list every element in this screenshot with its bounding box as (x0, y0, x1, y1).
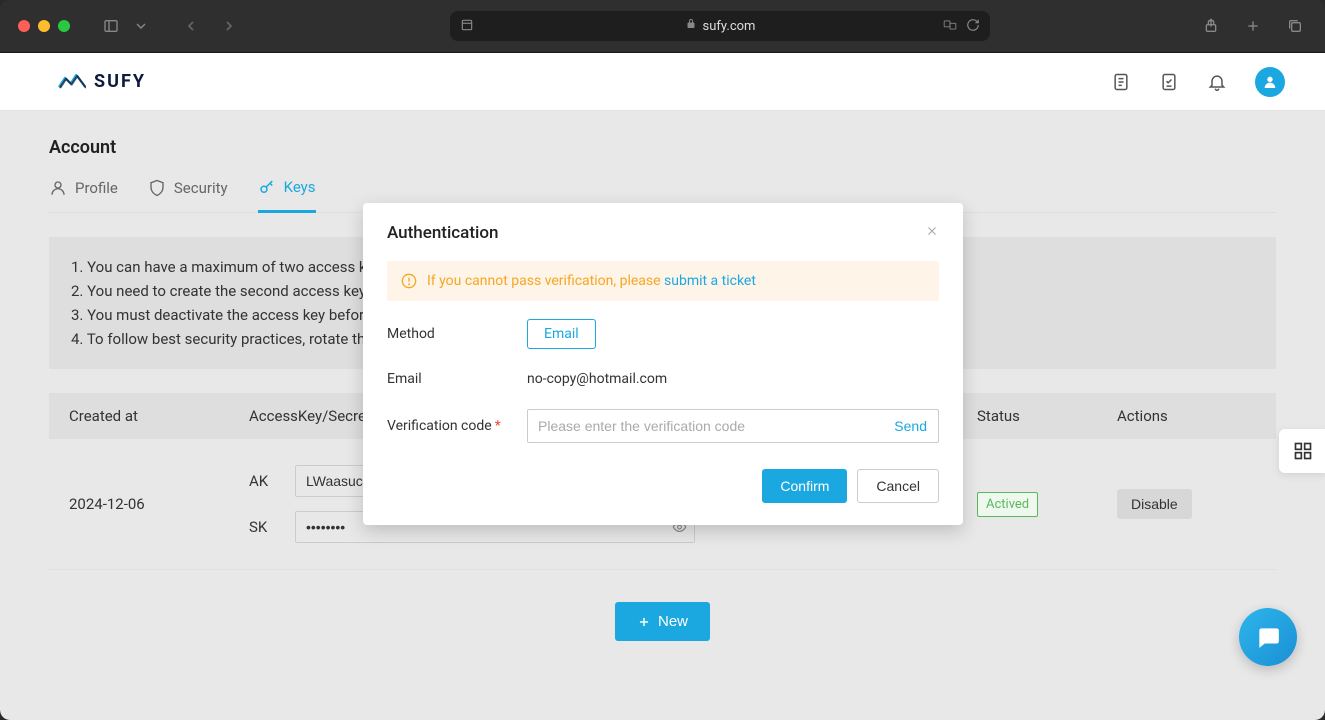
tab-label: Profile (75, 179, 118, 197)
cell-created: 2024-12-06 (69, 495, 249, 513)
window-close[interactable] (18, 20, 30, 32)
status-badge: Actived (977, 492, 1038, 517)
site-settings-icon[interactable] (460, 17, 474, 36)
code-label: Verification code* (387, 418, 527, 434)
new-button[interactable]: New (615, 602, 710, 641)
sidebar-toggle-icon[interactable] (99, 14, 123, 38)
lock-icon (685, 18, 697, 34)
nav-back-icon[interactable] (179, 14, 203, 38)
avatar[interactable] (1255, 67, 1285, 97)
translate-icon[interactable] (942, 17, 958, 36)
chevron-down-icon[interactable] (129, 14, 153, 38)
submit-ticket-link[interactable]: submit a ticket (664, 273, 756, 289)
ak-label: AK (249, 472, 281, 490)
brand-name: SUFY (94, 71, 146, 92)
disable-button[interactable]: Disable (1117, 489, 1192, 519)
close-icon[interactable] (925, 224, 939, 243)
browser-toolbar: sufy.com (0, 0, 1325, 53)
qr-widget[interactable] (1279, 429, 1325, 473)
cancel-button[interactable]: Cancel (857, 469, 939, 503)
reload-icon[interactable] (966, 17, 980, 36)
tasks-icon[interactable] (1159, 72, 1179, 92)
chat-fab[interactable] (1239, 608, 1297, 666)
window-maximize[interactable] (58, 20, 70, 32)
page-title: Account (49, 137, 1276, 158)
tab-profile[interactable]: Profile (49, 178, 118, 212)
logo[interactable]: SUFY (58, 71, 146, 92)
url-text: sufy.com (703, 19, 756, 34)
tab-security[interactable]: Security (148, 178, 228, 212)
tab-label: Security (174, 179, 228, 197)
send-code-button[interactable]: Send (894, 418, 927, 434)
confirm-button[interactable]: Confirm (762, 469, 847, 503)
traffic-lights (18, 20, 70, 32)
nav-forward-icon[interactable] (217, 14, 241, 38)
tab-label: Keys (284, 178, 316, 196)
share-icon[interactable] (1199, 14, 1223, 38)
col-status: Status (977, 407, 1117, 425)
alert-banner: If you cannot pass verification, please … (387, 261, 939, 301)
url-bar[interactable]: sufy.com (450, 11, 990, 41)
col-created: Created at (69, 407, 249, 425)
modal-title: Authentication (387, 223, 498, 243)
sk-label: SK (249, 518, 281, 536)
window-minimize[interactable] (38, 20, 50, 32)
tab-keys[interactable]: Keys (258, 178, 316, 213)
method-email-chip[interactable]: Email (527, 319, 596, 349)
app-header: SUFY (0, 53, 1325, 111)
plus-icon (637, 615, 651, 629)
email-label: Email (387, 371, 527, 387)
verification-code-input[interactable] (527, 409, 939, 443)
auth-modal: Authentication If you cannot pass verifi… (363, 203, 963, 525)
docs-icon[interactable] (1111, 72, 1131, 92)
col-actions: Actions (1117, 407, 1256, 425)
tabs-overview-icon[interactable] (1283, 14, 1307, 38)
method-label: Method (387, 326, 527, 342)
email-value: no-copy@hotmail.com (527, 371, 939, 387)
new-tab-icon[interactable] (1241, 14, 1265, 38)
warning-icon (401, 273, 417, 289)
new-button-label: New (658, 613, 688, 630)
bell-icon[interactable] (1207, 72, 1227, 92)
alert-text: If you cannot pass verification, please (427, 273, 664, 289)
